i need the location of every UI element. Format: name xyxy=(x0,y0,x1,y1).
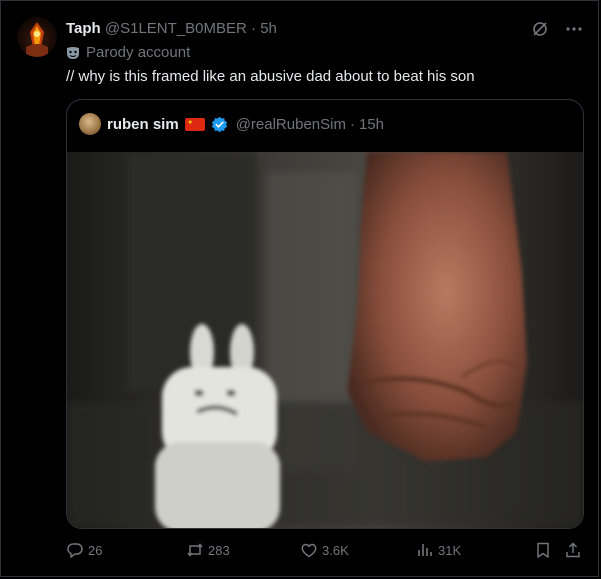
post-text: // why is this framed like an abusive da… xyxy=(66,68,475,85)
quoted-post-image[interactable] xyxy=(67,152,583,528)
post-top-actions xyxy=(531,20,583,38)
parody-label: Parody account xyxy=(66,43,190,63)
verified-badge-icon xyxy=(211,116,227,132)
bookmark-icon xyxy=(537,542,549,558)
views-icon xyxy=(418,544,432,556)
header-separator: · xyxy=(251,20,257,37)
repost-icon xyxy=(187,543,203,557)
repost-count: 283 xyxy=(208,542,230,558)
bookmark-button[interactable] xyxy=(534,540,552,560)
post-action-bar: 26 283 3.6K 31K xyxy=(66,540,584,560)
quoted-post-time: 15h xyxy=(358,115,384,133)
author-handle[interactable]: @S1LENT_B0MBER xyxy=(105,20,247,37)
post-header: Taph @S1LENT_B0MBER · 5h xyxy=(66,19,277,39)
mask-icon xyxy=(67,47,79,59)
reply-button[interactable]: 26 xyxy=(66,540,102,560)
share-icon xyxy=(566,542,580,558)
reply-icon xyxy=(67,543,83,558)
post-time[interactable]: 5h xyxy=(260,20,277,37)
repost-button[interactable]: 283 xyxy=(186,540,230,560)
quoted-post[interactable]: ruben sim @realRubenSim · 15h xyxy=(66,99,584,529)
share-button[interactable] xyxy=(564,540,582,560)
reply-count: 26 xyxy=(88,542,103,558)
quoted-separator: · xyxy=(349,115,355,133)
more-icon[interactable] xyxy=(565,20,583,38)
grok-icon[interactable] xyxy=(531,20,549,38)
quoted-author-name: ruben sim xyxy=(107,115,179,133)
author-name[interactable]: Taph xyxy=(66,20,101,37)
quoted-post-header: ruben sim @realRubenSim · 15h xyxy=(79,113,384,135)
china-flag-icon xyxy=(184,117,205,131)
like-button[interactable]: 3.6K xyxy=(300,540,349,560)
quoted-author-handle: @realRubenSim xyxy=(235,115,346,133)
quoted-author-avatar xyxy=(79,113,101,135)
like-count: 3.6K xyxy=(322,542,349,558)
views-count: 31K xyxy=(438,542,462,558)
parody-text: Parody account xyxy=(86,44,191,61)
author-avatar[interactable] xyxy=(17,17,57,57)
views-button[interactable]: 31K xyxy=(416,540,461,560)
like-icon xyxy=(301,543,317,558)
